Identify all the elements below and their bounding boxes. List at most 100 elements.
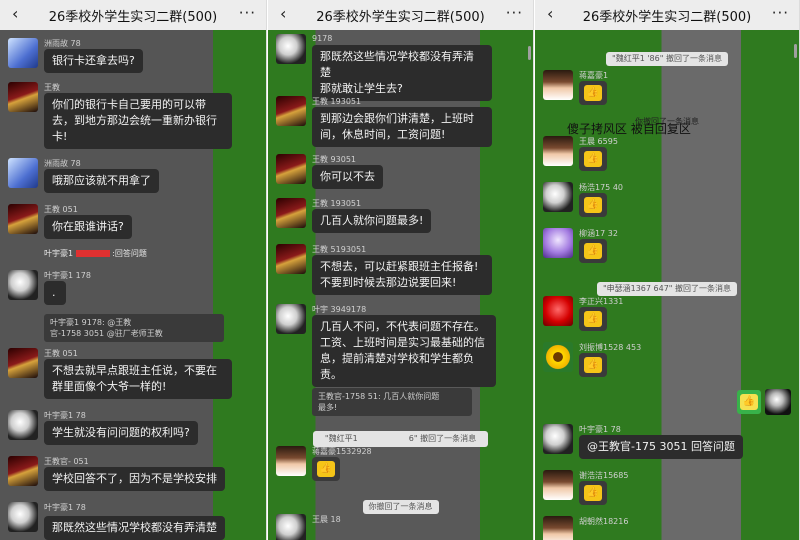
recall-notice: 你撤回了一条消息 — [268, 494, 533, 514]
sender-name: 王教 193051 — [312, 97, 362, 106]
avatar[interactable] — [8, 38, 38, 68]
avatar[interactable] — [276, 244, 306, 274]
avatar[interactable] — [276, 514, 306, 540]
message-item: 王教 051 你在跟谁讲话? — [8, 204, 260, 242]
message-bubble[interactable]: 银行卡还拿去吗? — [44, 49, 143, 73]
avatar[interactable] — [543, 182, 573, 212]
thumbs-up-sticker[interactable]: 👍 — [579, 239, 607, 263]
message-item: 蒋嘉豪1532928 👍 — [276, 446, 527, 490]
thumbs-up-icon: 👍 — [584, 243, 602, 259]
avatar[interactable] — [276, 154, 306, 184]
avatar[interactable] — [543, 70, 573, 100]
message-item: 叶宇 3949178 几百人不问，不代表问题不存在。 工资、上班时间是实习最基础… — [276, 304, 527, 416]
sender-name: 9178 — [312, 34, 333, 43]
more-icon[interactable]: ··· — [506, 4, 523, 22]
avatar[interactable] — [276, 34, 306, 64]
thumbs-up-icon: 👍 — [584, 85, 602, 101]
avatar[interactable] — [8, 158, 38, 188]
chat-screenshot-3: ‹ 26季校外学生实习二群(500) ··· "魏红平1 '86" 撤回了一条消… — [535, 0, 800, 540]
message-item: 洲雨故 78 银行卡还拿去吗? — [8, 38, 260, 78]
avatar[interactable] — [8, 348, 38, 378]
thumbs-up-sticker[interactable]: 👍 — [579, 193, 607, 217]
chat-screenshot-2: ‹ 26季校外学生实习二群(500) ··· 9178 那既然这些情况学校都没有… — [268, 0, 534, 540]
sender-name: 杨浩175 40 — [579, 183, 624, 192]
quoted-message[interactable]: 叶宇豪1 9178: @王教 官-1758 3051 @驻厂老师王教 — [44, 314, 224, 342]
avatar[interactable] — [543, 424, 573, 454]
thumbs-up-sticker[interactable]: 👍 — [579, 147, 607, 171]
message-item: 王教 193051 到那边会跟你们讲清楚，上班时 间，休息时间，工资问题! — [276, 96, 527, 148]
sender-name: 王教 051 — [44, 205, 78, 214]
chat-title-bar: ‹ 26季校外学生实习二群(500) ··· — [0, 0, 266, 30]
avatar[interactable] — [543, 228, 573, 258]
chat-title: 26季校外学生实习二群(500) — [582, 9, 752, 25]
avatar[interactable] — [543, 342, 573, 372]
message-bubble[interactable]: 学生就没有问问题的权利吗? — [44, 421, 198, 445]
sender-name: 洲雨故 78 — [44, 159, 81, 168]
mention-line: 叶宇豪1 :回答问题 — [44, 249, 147, 258]
self-avatar[interactable] — [765, 389, 791, 415]
thumbs-up-sticker[interactable]: 👍 — [579, 353, 607, 377]
message-bubble[interactable]: 那既然这些情况学校都没有弄清楚 — [44, 516, 225, 540]
chat-title-bar: ‹ 26季校外学生实习二群(500) ··· — [535, 0, 799, 30]
message-bubble[interactable]: 几百人就你问题最多! — [312, 209, 432, 233]
thumbs-up-sticker[interactable]: 👍 — [579, 81, 607, 105]
message-bubble[interactable]: 学校回答不了，因为不是学校安排 — [44, 467, 225, 491]
message-bubble[interactable]: 到那边会跟你们讲清楚，上班时 间，休息时间，工资问题! — [312, 107, 492, 147]
avatar[interactable] — [543, 136, 573, 166]
avatar[interactable] — [8, 502, 38, 532]
message-item: 王教 5193051 不想去，可以赶紧跟班主任报备! 不要到时候去那边说要回来! — [276, 244, 527, 296]
message-bubble[interactable]: 你在跟谁讲话? — [44, 215, 132, 239]
more-icon[interactable]: ··· — [239, 4, 256, 22]
message-item: 蒋嘉豪1 👍 — [543, 70, 793, 110]
thumbs-up-sticker[interactable]: 👍 — [579, 481, 607, 505]
sender-name: 王教 193051 — [312, 199, 362, 208]
avatar[interactable] — [543, 516, 573, 540]
avatar[interactable] — [8, 204, 38, 234]
avatar[interactable] — [8, 82, 38, 112]
back-icon[interactable]: ‹ — [280, 4, 286, 23]
avatar[interactable] — [276, 446, 306, 476]
scrollbar[interactable] — [528, 46, 531, 60]
thumbs-up-icon: 👍 — [584, 357, 602, 373]
message-bubble[interactable]: 你们的银行卡自己要用的可以带 去，到地方那边会统一重新办银行 卡! — [44, 93, 232, 149]
thumbs-up-sticker[interactable]: 👍 — [312, 457, 340, 481]
avatar[interactable] — [8, 456, 38, 486]
avatar[interactable] — [543, 296, 573, 326]
avatar[interactable] — [543, 470, 573, 500]
message-bubble[interactable]: 不想去就早点跟班主任说，不要在 群里面像个大爷一样的! — [44, 359, 232, 399]
avatar[interactable] — [276, 96, 306, 126]
message-bubble[interactable]: 不想去，可以赶紧跟班主任报备! 不要到时候去那边说要回来! — [312, 255, 492, 295]
avatar[interactable] — [276, 198, 306, 228]
sender-name: 蒋嘉豪1 — [579, 71, 609, 80]
recall-notice: "魏红平1 '86" 撤回了一条消息 — [535, 46, 799, 66]
message-item: 王教 193051 几百人就你问题最多! — [276, 198, 527, 236]
avatar[interactable] — [8, 270, 38, 300]
message-bubble[interactable]: 你可以不去 — [312, 165, 383, 189]
back-icon[interactable]: ‹ — [12, 4, 18, 23]
thumbs-up-icon: 👍 — [584, 151, 602, 167]
more-icon[interactable]: ··· — [772, 4, 789, 22]
sender-name: 王教 051 — [44, 349, 78, 358]
message-item: 王晨 18 — [276, 514, 527, 540]
message-item: 柳涵17 32 👍 — [543, 228, 793, 268]
avatar[interactable] — [8, 410, 38, 440]
back-icon[interactable]: ‹ — [547, 4, 553, 23]
sender-name: 柳涵17 32 — [579, 229, 618, 238]
chat-title: 26季校外学生实习二群(500) — [316, 9, 485, 25]
message-item: 叶宇豪1 78 那既然这些情况学校都没有弄清楚 — [8, 502, 260, 540]
sender-name: 王教 93051 — [312, 155, 356, 164]
thumbs-up-icon: 👍 — [317, 461, 335, 477]
sender-name: 叶宇 3949178 — [312, 305, 367, 314]
thumbs-up-sticker[interactable]: 👍 — [579, 307, 607, 331]
message-bubble[interactable]: 几百人不问，不代表问题不存在。 工资、上班时间是实习最基础的信 息，提前清楚对学… — [312, 315, 496, 387]
sender-name: 王晨 18 — [312, 515, 341, 524]
self-thumbs-up-sticker[interactable]: 👍 — [737, 390, 761, 414]
message-item: 王教 93051 你可以不去 — [276, 154, 527, 192]
message-bubble[interactable]: 那既然这些情况学校都没有弄清楚 那就敢让学生去? — [312, 45, 492, 101]
quoted-message[interactable]: 王教官-1758 51: 几百人就你问题 最多! — [312, 388, 472, 416]
message-bubble[interactable]: @王教官-175 3051 回答问题 — [579, 435, 743, 459]
avatar[interactable] — [276, 304, 306, 334]
message-item: 9178 那既然这些情况学校都没有弄清楚 那就敢让学生去? — [276, 34, 527, 101]
message-bubble[interactable]: . — [44, 281, 66, 305]
message-bubble[interactable]: 哦那应该就不用拿了 — [44, 169, 159, 193]
